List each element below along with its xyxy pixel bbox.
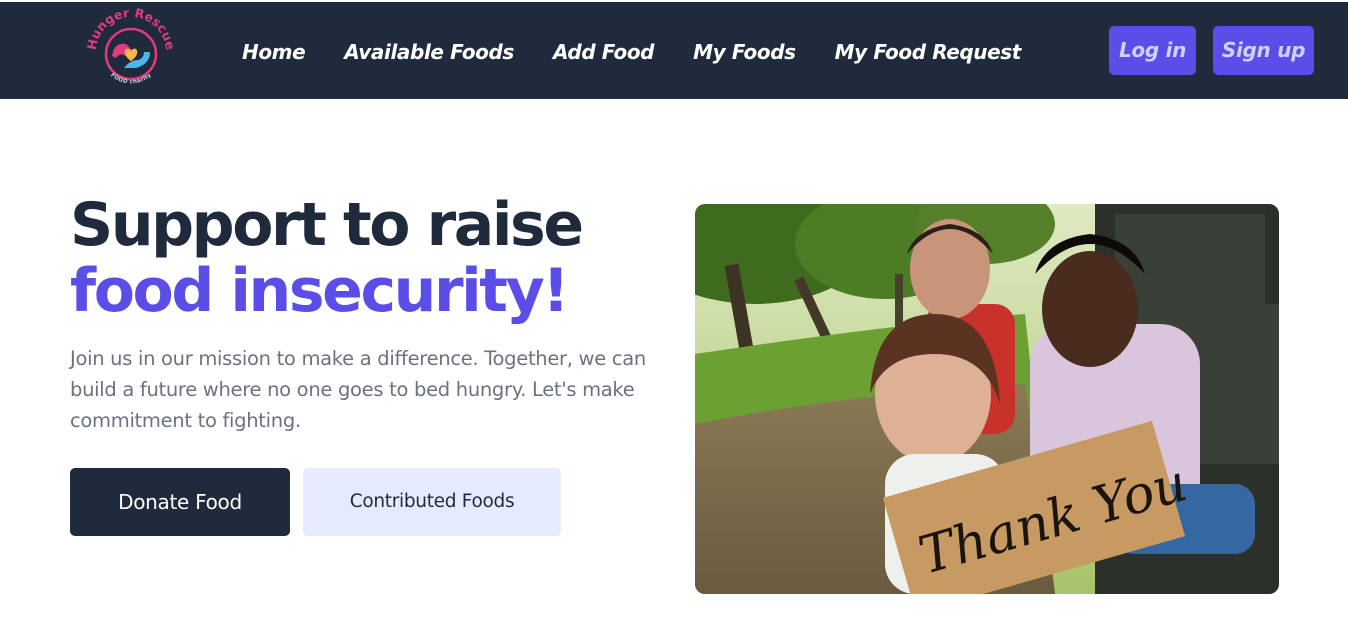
nav-add-food[interactable]: Add Food [553, 38, 655, 66]
signup-button[interactable]: Sign up [1213, 26, 1314, 75]
logo[interactable]: Hunger Rescue FOOD charity [84, 5, 178, 94]
children-thank-you-photo: Thank You [695, 204, 1279, 594]
hero-title-line2: food insecurity! [70, 256, 570, 326]
hero-description: Join us in our mission to make a differe… [70, 347, 646, 432]
hero-title: Support to raise food insecurity! [70, 190, 584, 326]
login-button[interactable]: Log in [1109, 26, 1196, 75]
navbar: Hunger Rescue FOOD charity Home Availabl… [0, 2, 1348, 99]
contributed-foods-button[interactable]: Contributed Foods [303, 468, 561, 536]
main-nav: Home Available Foods Add Food My Foods M… [242, 38, 1060, 66]
nav-home[interactable]: Home [242, 38, 306, 66]
donate-food-button[interactable]: Donate Food [70, 468, 290, 536]
hero-title-line1: Support to raise [70, 190, 584, 260]
nav-my-food-request[interactable]: My Food Request [835, 38, 1022, 66]
nav-available-foods[interactable]: Available Foods [344, 38, 514, 66]
heart-hands-icon: Hunger Rescue FOOD charity [84, 5, 178, 86]
hero-image: Thank You [695, 204, 1279, 594]
nav-my-foods[interactable]: My Foods [693, 38, 796, 66]
